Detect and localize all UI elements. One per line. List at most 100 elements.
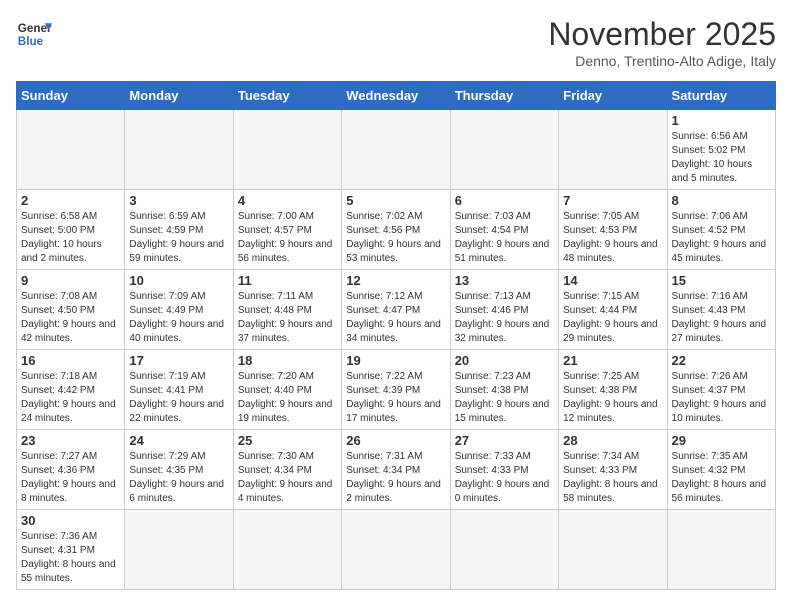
day-info: Sunrise: 7:05 AM Sunset: 4:53 PM Dayligh… [563, 210, 662, 266]
day-info: Sunrise: 7:23 AM Sunset: 4:38 PM Dayligh… [455, 370, 554, 426]
weekday-header-friday: Friday [559, 82, 667, 110]
svg-text:Blue: Blue [18, 35, 44, 48]
day-number: 19 [346, 353, 445, 368]
day-number: 3 [129, 193, 228, 208]
calendar-day [125, 110, 233, 190]
calendar-day: 1 Sunrise: 6:56 AM Sunset: 5:02 PM Daylig… [667, 110, 775, 190]
day-number: 13 [455, 273, 554, 288]
calendar-week-3: 9 Sunrise: 7:08 AM Sunset: 4:50 PM Daylig… [17, 270, 776, 350]
calendar-week-4: 16 Sunrise: 7:18 AM Sunset: 4:42 PM Dayli… [17, 350, 776, 430]
day-number: 21 [563, 353, 662, 368]
day-number: 7 [563, 193, 662, 208]
calendar-day: 30 Sunrise: 7:36 AM Sunset: 4:31 PM Dayli… [17, 510, 125, 590]
day-info: Sunrise: 7:30 AM Sunset: 4:34 PM Dayligh… [238, 450, 337, 506]
calendar-day: 10Sunrise: 7:09 AM Sunset: 4:49 PM Dayli… [125, 270, 233, 350]
day-number: 24 [129, 433, 228, 448]
calendar-day: 13 Sunrise: 7:13 AM Sunset: 4:46 PM Dayli… [450, 270, 558, 350]
calendar-day: 17Sunrise: 7:19 AM Sunset: 4:41 PM Dayli… [125, 350, 233, 430]
calendar-day [17, 110, 125, 190]
calendar-week-2: 2Sunrise: 6:58 AM Sunset: 5:00 PM Daylig… [17, 190, 776, 270]
calendar-day [233, 510, 341, 590]
calendar-day [450, 510, 558, 590]
calendar-day: 19 Sunrise: 7:22 AM Sunset: 4:39 PM Dayli… [342, 350, 450, 430]
calendar-week-5: 23 Sunrise: 7:27 AM Sunset: 4:36 PM Dayli… [17, 430, 776, 510]
day-info: Sunrise: 7:13 AM Sunset: 4:46 PM Dayligh… [455, 290, 554, 346]
calendar-day: 27Sunrise: 7:33 AM Sunset: 4:33 PM Dayli… [450, 430, 558, 510]
calendar-day: 16 Sunrise: 7:18 AM Sunset: 4:42 PM Dayli… [17, 350, 125, 430]
calendar-day [667, 510, 775, 590]
calendar-day: 11 Sunrise: 7:11 AM Sunset: 4:48 PM Dayli… [233, 270, 341, 350]
calendar-table: SundayMondayTuesdayWednesdayThursdayFrid… [16, 81, 776, 590]
day-info: Sunrise: 7:08 AM Sunset: 4:50 PM Dayligh… [21, 290, 120, 346]
day-info: Sunrise: 7:36 AM Sunset: 4:31 PM Dayligh… [21, 530, 120, 586]
day-info: Sunrise: 7:29 AM Sunset: 4:35 PM Dayligh… [129, 450, 228, 506]
day-number: 16 [21, 353, 120, 368]
calendar-day [342, 110, 450, 190]
day-info: Sunrise: 7:15 AM Sunset: 4:44 PM Dayligh… [563, 290, 662, 346]
day-number: 17 [129, 353, 228, 368]
day-info: Sunrise: 6:59 AM Sunset: 4:59 PM Dayligh… [129, 210, 228, 266]
calendar-day: 29Sunrise: 7:35 AM Sunset: 4:32 PM Dayli… [667, 430, 775, 510]
calendar-week-6: 30 Sunrise: 7:36 AM Sunset: 4:31 PM Dayli… [17, 510, 776, 590]
calendar-day [233, 110, 341, 190]
day-number: 23 [21, 433, 120, 448]
day-number: 12 [346, 273, 445, 288]
calendar-day: 26Sunrise: 7:31 AM Sunset: 4:34 PM Dayli… [342, 430, 450, 510]
title-area: November 2025 Denno, Trentino-Alto Adige… [548, 16, 776, 69]
calendar-day [450, 110, 558, 190]
day-info: Sunrise: 7:16 AM Sunset: 4:43 PM Dayligh… [672, 290, 771, 346]
weekday-header-saturday: Saturday [667, 82, 775, 110]
month-title: November 2025 [548, 16, 776, 53]
day-info: Sunrise: 7:12 AM Sunset: 4:47 PM Dayligh… [346, 290, 445, 346]
weekday-header-row: SundayMondayTuesdayWednesdayThursdayFrid… [17, 82, 776, 110]
day-info: Sunrise: 7:22 AM Sunset: 4:39 PM Dayligh… [346, 370, 445, 426]
logo: General Blue [16, 16, 52, 52]
day-info: Sunrise: 7:25 AM Sunset: 4:38 PM Dayligh… [563, 370, 662, 426]
day-info: Sunrise: 7:02 AM Sunset: 4:56 PM Dayligh… [346, 210, 445, 266]
day-info: Sunrise: 7:18 AM Sunset: 4:42 PM Dayligh… [21, 370, 120, 426]
weekday-header-thursday: Thursday [450, 82, 558, 110]
calendar-day: 9 Sunrise: 7:08 AM Sunset: 4:50 PM Daylig… [17, 270, 125, 350]
day-number: 6 [455, 193, 554, 208]
day-info: Sunrise: 7:06 AM Sunset: 4:52 PM Dayligh… [672, 210, 771, 266]
calendar-day: 18Sunrise: 7:20 AM Sunset: 4:40 PM Dayli… [233, 350, 341, 430]
calendar-day: 6 Sunrise: 7:03 AM Sunset: 4:54 PM Daylig… [450, 190, 558, 270]
calendar-day: 4Sunrise: 7:00 AM Sunset: 4:57 PM Daylig… [233, 190, 341, 270]
calendar-day: 23 Sunrise: 7:27 AM Sunset: 4:36 PM Dayli… [17, 430, 125, 510]
day-info: Sunrise: 7:26 AM Sunset: 4:37 PM Dayligh… [672, 370, 771, 426]
location-subtitle: Denno, Trentino-Alto Adige, Italy [548, 53, 776, 69]
day-info: Sunrise: 7:27 AM Sunset: 4:36 PM Dayligh… [21, 450, 120, 506]
day-info: Sunrise: 7:20 AM Sunset: 4:40 PM Dayligh… [238, 370, 337, 426]
day-number: 1 [672, 113, 771, 128]
day-number: 14 [563, 273, 662, 288]
day-number: 22 [672, 353, 771, 368]
calendar-day [342, 510, 450, 590]
day-number: 25 [238, 433, 337, 448]
calendar-day: 28 Sunrise: 7:34 AM Sunset: 4:33 PM Dayli… [559, 430, 667, 510]
day-info: Sunrise: 7:03 AM Sunset: 4:54 PM Dayligh… [455, 210, 554, 266]
day-number: 30 [21, 513, 120, 528]
calendar-header: General Blue November 2025 Denno, Trenti… [16, 16, 776, 69]
calendar-day: 14 Sunrise: 7:15 AM Sunset: 4:44 PM Dayli… [559, 270, 667, 350]
day-number: 5 [346, 193, 445, 208]
day-number: 15 [672, 273, 771, 288]
day-info: Sunrise: 7:09 AM Sunset: 4:49 PM Dayligh… [129, 290, 228, 346]
calendar-week-1: 1 Sunrise: 6:56 AM Sunset: 5:02 PM Daylig… [17, 110, 776, 190]
day-number: 4 [238, 193, 337, 208]
weekday-header-sunday: Sunday [17, 82, 125, 110]
day-info: Sunrise: 6:56 AM Sunset: 5:02 PM Dayligh… [672, 130, 771, 186]
weekday-header-monday: Monday [125, 82, 233, 110]
calendar-day: 22 Sunrise: 7:26 AM Sunset: 4:37 PM Dayli… [667, 350, 775, 430]
day-number: 20 [455, 353, 554, 368]
calendar-body: 1 Sunrise: 6:56 AM Sunset: 5:02 PM Daylig… [17, 110, 776, 590]
day-number: 29 [672, 433, 771, 448]
day-info: Sunrise: 7:34 AM Sunset: 4:33 PM Dayligh… [563, 450, 662, 506]
calendar-day: 3 Sunrise: 6:59 AM Sunset: 4:59 PM Daylig… [125, 190, 233, 270]
day-number: 28 [563, 433, 662, 448]
calendar-day: 2Sunrise: 6:58 AM Sunset: 5:00 PM Daylig… [17, 190, 125, 270]
day-number: 9 [21, 273, 120, 288]
day-number: 11 [238, 273, 337, 288]
day-info: Sunrise: 7:11 AM Sunset: 4:48 PM Dayligh… [238, 290, 337, 346]
calendar-day: 24 Sunrise: 7:29 AM Sunset: 4:35 PM Dayli… [125, 430, 233, 510]
calendar-day: 8Sunrise: 7:06 AM Sunset: 4:52 PM Daylig… [667, 190, 775, 270]
